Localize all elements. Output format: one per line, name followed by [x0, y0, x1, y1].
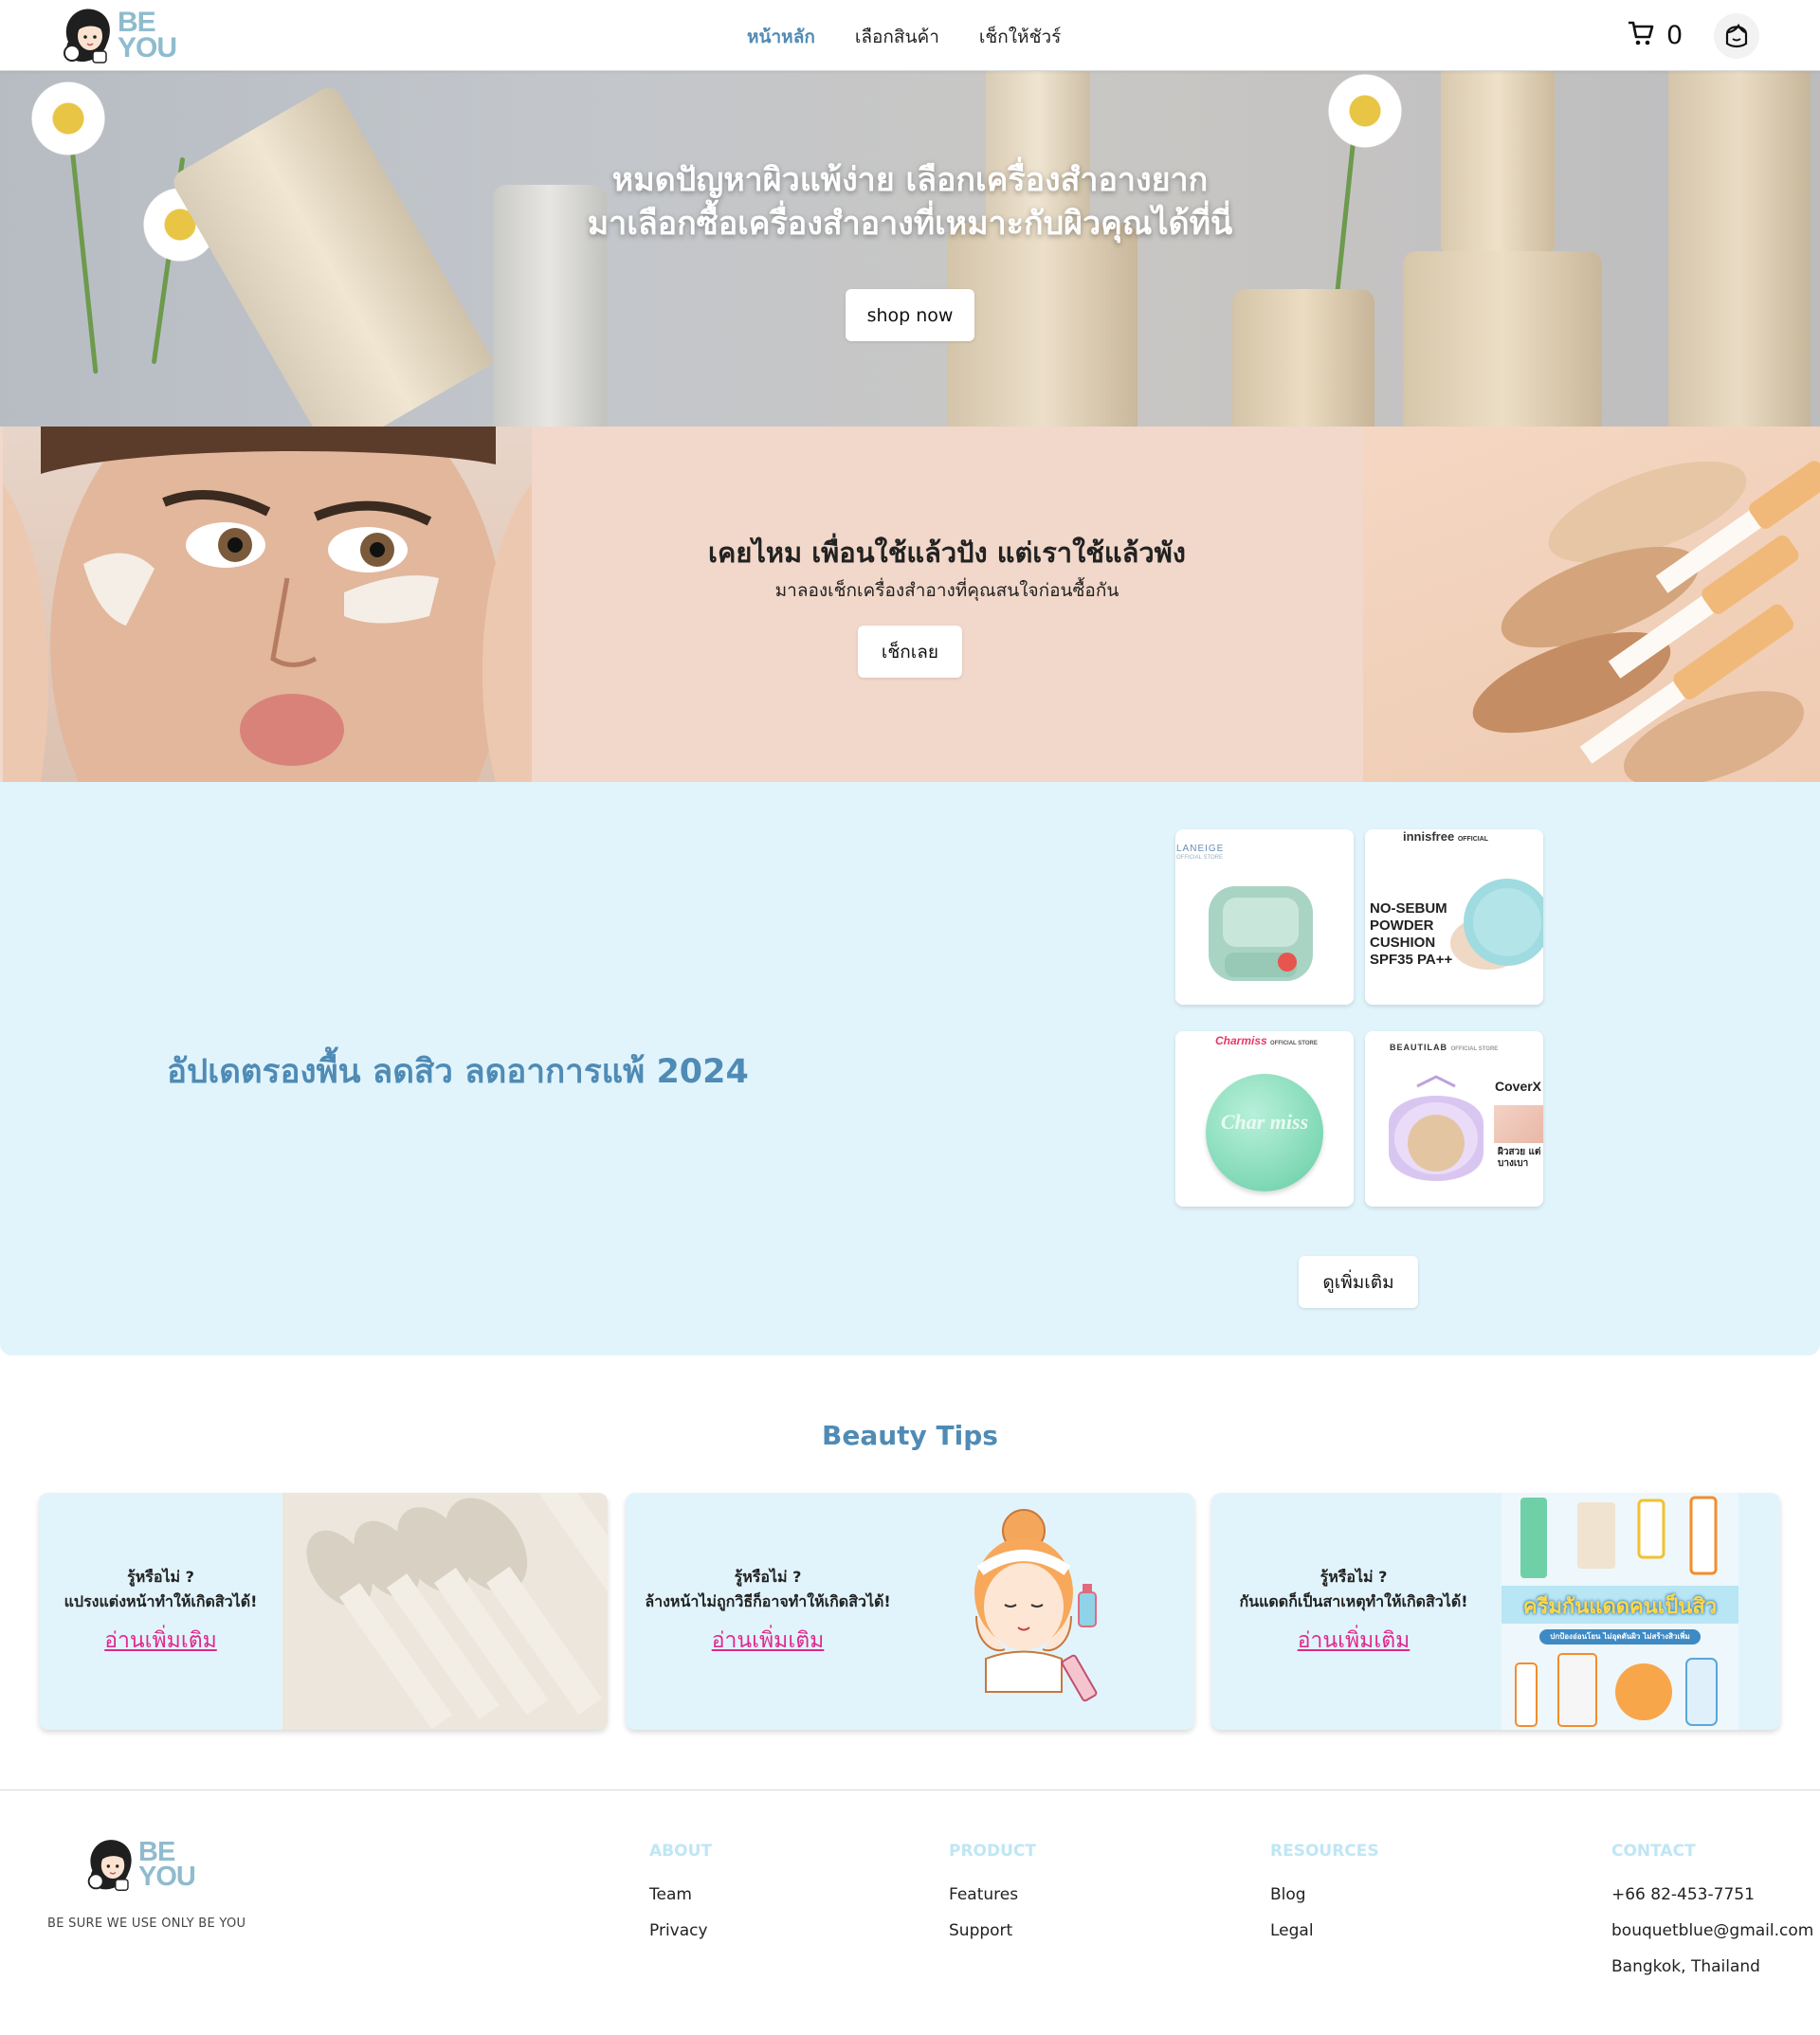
- tip-question-lead: รู้หรือไม่ ?: [127, 1568, 194, 1586]
- footer-logo[interactable]: BE YOU: [83, 1835, 196, 1894]
- cart-count: 0: [1666, 20, 1684, 50]
- footer-email[interactable]: bouquetblue@gmail.com: [1611, 1921, 1813, 1940]
- product-brand: BEAUTILAB OFFICIAL STORE: [1390, 1043, 1498, 1052]
- user-face-icon: [1721, 19, 1752, 53]
- tip-text: รู้หรือไม่ ? ล้างหน้าไม่ถูกวิธีก็อาจทำให…: [645, 1493, 891, 1730]
- face-model-image: [3, 427, 532, 782]
- product-brand-name: innisfree: [1403, 829, 1455, 844]
- beauty-tips-title: Beauty Tips: [822, 1420, 998, 1451]
- main-nav: หน้าหลัก เลือกสินค้า เช็กให้ชัวร์: [747, 23, 1061, 51]
- nav-choose-products[interactable]: เลือกสินค้า: [855, 23, 939, 51]
- see-more-button[interactable]: ดูเพิ่มเติม: [1299, 1256, 1418, 1308]
- footer-link-support[interactable]: Support: [949, 1921, 1036, 1940]
- product-brand-name: BEAUTILAB: [1390, 1043, 1447, 1052]
- face-washing-illustration: [948, 1493, 1119, 1730]
- navbar: BE YOU หน้าหลัก เลือกสินค้า เช็กให้ชัวร์…: [0, 0, 1820, 71]
- cart-button[interactable]: 0: [1627, 19, 1683, 51]
- footer-link-team[interactable]: Team: [649, 1885, 712, 1904]
- promo-title: เคยไหม เพื่อนใช้แล้วปัง แต่เราใช้แล้วพัง: [708, 536, 1186, 569]
- logo-girl-icon: [83, 1835, 142, 1894]
- footer-tagline: BE SURE WE USE ONLY BE YOU: [47, 1917, 246, 1931]
- logo-text-be: BE: [118, 7, 156, 38]
- footer-link-features[interactable]: Features: [949, 1885, 1036, 1904]
- shop-now-button[interactable]: shop now: [846, 289, 974, 341]
- logo-text-you: YOU: [138, 1862, 196, 1892]
- product-label: CoverX: [1495, 1079, 1542, 1094]
- product-card-innisfree[interactable]: innisfree OFFICIAL NO-SEBUM POWDER CUSHI…: [1365, 829, 1543, 1005]
- product-brand: LANEIGE: [1176, 844, 1225, 854]
- tip-card-face-washing[interactable]: รู้หรือไม่ ? ล้างหน้าไม่ถูกวิธีก็อาจทำให…: [626, 1493, 1194, 1730]
- check-now-button[interactable]: เช็กเลย: [858, 626, 962, 678]
- promo-subtitle: มาลองเช็กเครื่องสำอางที่คุณสนใจก่อนซื้อก…: [774, 580, 1119, 601]
- tip-question-lead: รู้หรือไม่ ?: [1320, 1568, 1388, 1586]
- tip-text: รู้หรือไม่ ? แปรงแต่งหน้าทำให้เกิดสิวได้…: [39, 1493, 282, 1730]
- product-store: OFFICIAL STORE: [1176, 855, 1224, 861]
- footer-link-blog[interactable]: Blog: [1270, 1885, 1379, 1904]
- product-brand-name: Charmiss: [1215, 1034, 1267, 1047]
- footer-link-legal[interactable]: Legal: [1270, 1921, 1379, 1940]
- footer-phone: +66 82-453-7751: [1611, 1885, 1755, 1904]
- update-title: อัปเดตรองพื้น ลดสิว ลดอาการแพ้ 2024: [167, 1053, 749, 1091]
- tip-text: รู้หรือไม่ ? กันแดดก็เป็นสาเหตุทำให้เกิด…: [1230, 1493, 1477, 1730]
- footer-col-contact: CONTACT +66 82-453-7751 bouquetblue@gmai…: [1611, 1842, 1813, 1993]
- footer-col-product: PRODUCT Features Support: [949, 1842, 1036, 1957]
- footer-link-privacy[interactable]: Privacy: [649, 1921, 712, 1940]
- logo-girl-icon: [59, 4, 121, 66]
- tip-question: ล้างหน้าไม่ถูกวิธีก็อาจทำให้เกิดสิวได้!: [645, 1592, 891, 1610]
- user-profile-button[interactable]: [1714, 13, 1759, 59]
- product-card-laneige[interactable]: LANEIGE OFFICIAL STORE: [1175, 829, 1354, 1005]
- cart-icon: [1627, 19, 1655, 51]
- brand-logo[interactable]: BE YOU: [59, 4, 177, 66]
- foundation-update-section: อัปเดตรองพื้น ลดสิว ลดอาการแพ้ 2024 LANE…: [0, 782, 1820, 1355]
- nav-home[interactable]: หน้าหลัก: [747, 23, 815, 51]
- footer-location: Bangkok, Thailand: [1611, 1957, 1760, 1976]
- product-card-beautilab[interactable]: BEAUTILAB OFFICIAL STORE CoverX ผิวสวย แ…: [1365, 1031, 1543, 1207]
- makeup-brushes-image: [282, 1493, 608, 1730]
- product-label: Char miss: [1220, 1110, 1309, 1134]
- hero-banner: หมดปัญหาผิวแพ้ง่าย เลือกเครื่องสำอางยาก …: [0, 71, 1820, 427]
- read-more-link[interactable]: อ่านเพิ่มเติม: [1298, 1624, 1410, 1658]
- sunscreen-image-title: ครีมกันแดดคนเป็นสิว: [1522, 1595, 1718, 1619]
- charmiss-cushion-image: Char miss: [1206, 1074, 1323, 1191]
- product-label: NO-SEBUM POWDER CUSHION SPF35 PA++: [1370, 900, 1453, 968]
- tip-card-brushes[interactable]: รู้หรือไม่ ? แปรงแต่งหน้าทำให้เกิดสิวได้…: [39, 1493, 608, 1730]
- product-store: OFFICIAL STORE: [1450, 1046, 1499, 1052]
- hero-headline-line1: หมดปัญหาผิวแพ้ง่าย เลือกเครื่องสำอางยาก: [611, 161, 1209, 199]
- laneige-cushion-image: [1204, 877, 1318, 994]
- product-brand: Charmiss OFFICIAL STORE: [1215, 1034, 1318, 1047]
- model-thumb: [1494, 1105, 1543, 1143]
- logo-text-you: YOU: [118, 32, 177, 64]
- footer-heading: RESOURCES: [1270, 1842, 1379, 1861]
- footer-heading: ABOUT: [649, 1842, 712, 1861]
- nav-check-sure[interactable]: เช็กให้ชัวร์: [979, 23, 1061, 51]
- tip-question-lead: รู้หรือไม่ ?: [734, 1568, 802, 1586]
- product-store: OFFICIAL STORE: [1270, 1041, 1318, 1046]
- read-more-link[interactable]: อ่านเพิ่มเติม: [104, 1624, 217, 1658]
- promo-banner: เคยไหม เพื่อนใช้แล้วปัง แต่เราใช้แล้วพัง…: [0, 427, 1820, 782]
- read-more-link[interactable]: อ่านเพิ่มเติม: [712, 1624, 825, 1658]
- product-extra-label: ผิวสวย แต่บางเบา: [1498, 1147, 1541, 1169]
- product-card-charmiss[interactable]: Charmiss OFFICIAL STORE Char miss: [1175, 1031, 1354, 1207]
- footer-col-about: ABOUT Team Privacy: [649, 1842, 712, 1957]
- product-brand: innisfree OFFICIAL: [1403, 829, 1488, 844]
- hero-headline-line2: มาเลือกซื้อเครื่องสำอางที่เหมาะกับผิวคุณ…: [587, 205, 1233, 243]
- product-store: OFFICIAL: [1457, 836, 1489, 843]
- tip-question: แปรงแต่งหน้าทำให้เกิดสิวได้!: [64, 1592, 258, 1610]
- footer-heading: CONTACT: [1611, 1842, 1696, 1861]
- foundation-swatch-image: [1363, 427, 1820, 782]
- beautilab-cushion-image: [1374, 1067, 1498, 1204]
- tip-question: กันแดดก็เป็นสาเหตุทำให้เกิดสิวได้!: [1239, 1592, 1468, 1610]
- tip-card-sunscreen[interactable]: รู้หรือไม่ ? กันแดดก็เป็นสาเหตุทำให้เกิด…: [1211, 1493, 1780, 1730]
- sunscreen-products-image: ครีมกันแดดคนเป็นสิว ปกป้องอ่อนโยน ไม่อุด…: [1502, 1493, 1738, 1730]
- footer-col-resources: RESOURCES Blog Legal: [1270, 1842, 1379, 1957]
- sunscreen-image-subtitle: ปกป้องอ่อนโยน ไม่อุดตันผิว ไม่สร้างสิวเพ…: [1550, 1632, 1690, 1641]
- hero-headline: หมดปัญหาผิวแพ้ง่าย เลือกเครื่องสำอางยาก …: [0, 158, 1820, 245]
- footer-heading: PRODUCT: [949, 1842, 1036, 1861]
